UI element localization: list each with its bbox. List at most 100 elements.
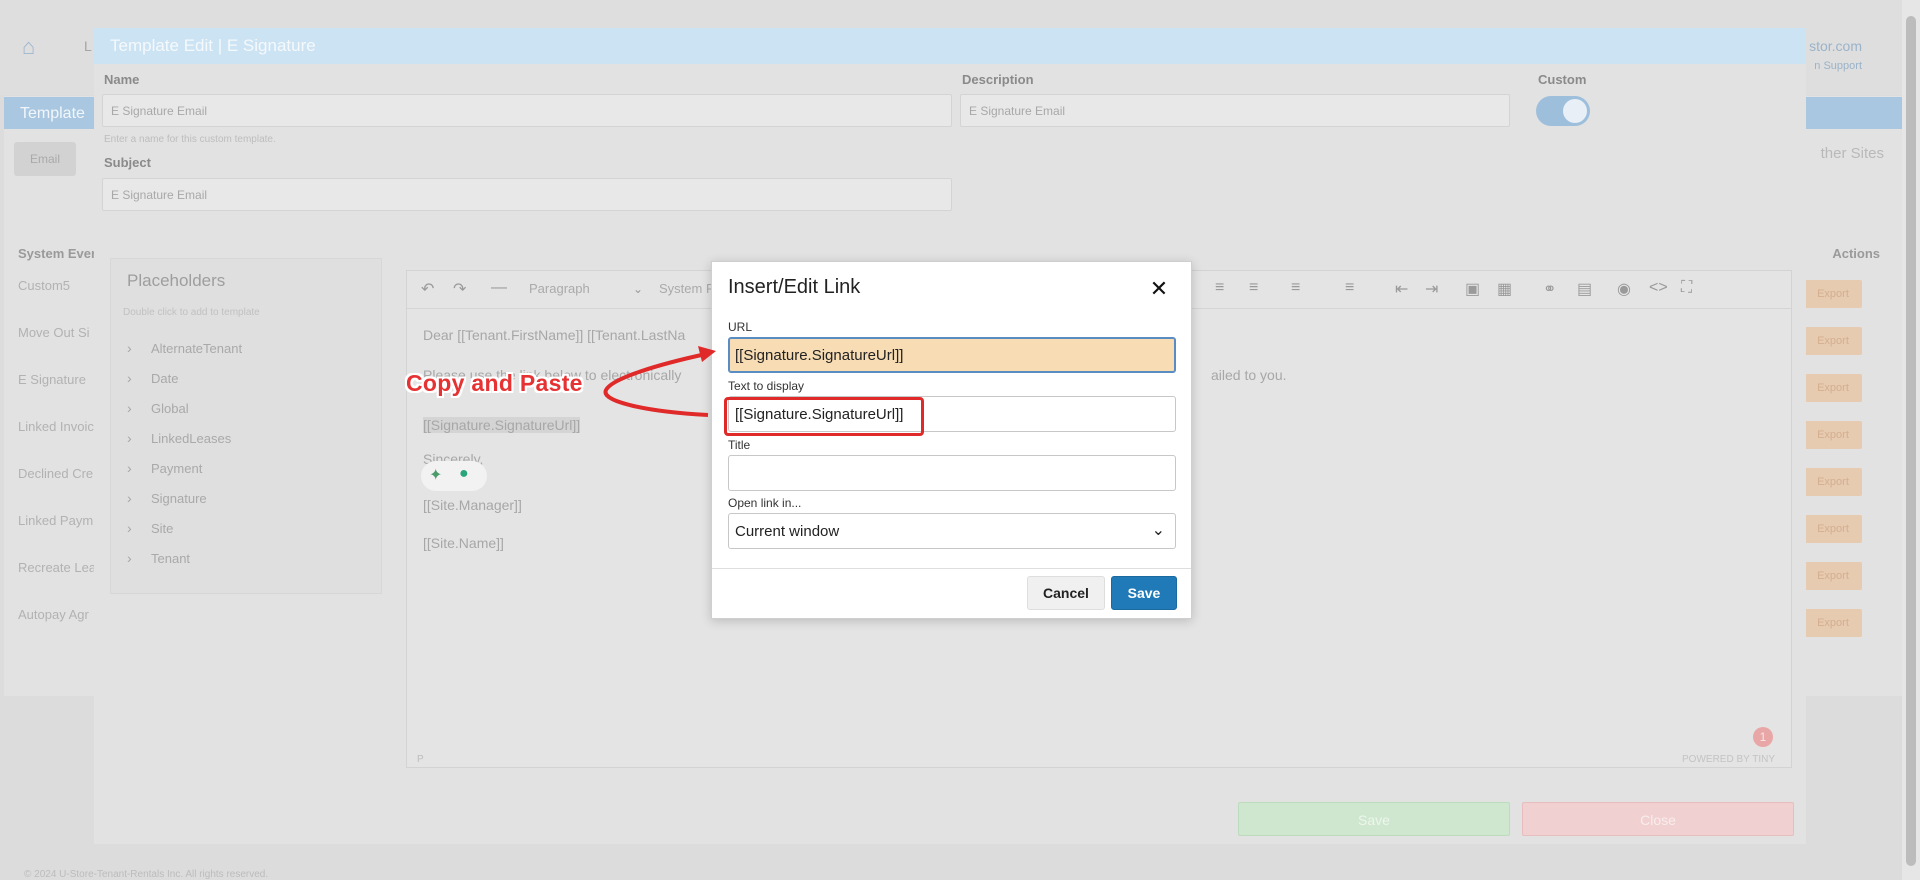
export-button[interactable]: Export xyxy=(1804,280,1862,308)
placeholder-label: Global xyxy=(151,400,189,416)
placeholder-item[interactable]: › Signature xyxy=(127,483,242,513)
scrollbar-thumb[interactable] xyxy=(1906,16,1916,866)
export-button[interactable]: Export xyxy=(1804,327,1862,355)
chevron-right-icon[interactable]: › xyxy=(127,460,151,476)
powered-by-tiny: POWERED BY TINY xyxy=(1682,754,1775,765)
placeholders-panel: Placeholders Double click to add to temp… xyxy=(110,258,382,594)
preview-icon[interactable]: ◉ xyxy=(1617,279,1631,299)
close-template-button[interactable]: Close xyxy=(1522,802,1794,836)
indent-icon[interactable]: ⇥ xyxy=(1425,279,1438,299)
source-code-icon[interactable]: <> xyxy=(1649,279,1668,297)
placeholder-label: Site xyxy=(151,520,174,536)
table-row[interactable]: Custom5 xyxy=(18,278,70,293)
chevron-down-icon[interactable]: ⌄ xyxy=(633,282,643,296)
signature-link-text[interactable]: [[Signature.SignatureUrl]] xyxy=(423,417,581,433)
horizontal-line-icon[interactable]: — xyxy=(491,279,507,297)
chevron-right-icon[interactable]: › xyxy=(127,400,151,416)
page-break-icon[interactable]: ▤ xyxy=(1577,279,1592,299)
description-label: Description xyxy=(962,72,1034,87)
title-input[interactable] xyxy=(728,455,1176,491)
close-icon[interactable]: ✕ xyxy=(1144,274,1174,304)
placeholder-item[interactable]: › AlternateTenant xyxy=(127,333,242,363)
annotation-label: Copy and Paste xyxy=(406,370,583,396)
table-icon[interactable]: ▦ xyxy=(1497,279,1512,299)
notification-badge[interactable]: 1 xyxy=(1753,727,1773,747)
table-row[interactable]: Declined Cre xyxy=(18,466,93,481)
table-row[interactable]: Autopay Agr xyxy=(18,607,89,622)
open-link-value: Current window xyxy=(735,523,840,540)
table-row[interactable]: Linked Paym xyxy=(18,513,93,528)
fullscreen-icon[interactable]: ⛶ xyxy=(1681,279,1692,297)
align-right-icon[interactable]: ≡ xyxy=(1215,279,1224,297)
user-info[interactable]: stor.com n Support xyxy=(1809,38,1862,72)
undo-icon[interactable]: ↶ xyxy=(421,279,434,299)
export-button[interactable]: Export xyxy=(1804,374,1862,402)
chevron-right-icon[interactable]: › xyxy=(127,550,151,566)
open-link-select[interactable]: Current window ⌄ xyxy=(728,513,1176,549)
text-to-display-label: Text to display xyxy=(728,379,805,393)
actions-header: Actions xyxy=(1832,246,1880,261)
subject-field[interactable]: E Signature Email xyxy=(102,178,952,211)
placeholder-label: AlternateTenant xyxy=(151,340,243,356)
page-scrollbar[interactable] xyxy=(1902,0,1920,880)
url-input[interactable] xyxy=(728,337,1176,373)
export-button[interactable]: Export xyxy=(1804,609,1862,637)
placeholder-item[interactable]: › Payment xyxy=(127,453,242,483)
numbered-list-icon[interactable]: ≡ xyxy=(1345,279,1354,297)
modal-title: Template Edit | E Signature xyxy=(110,36,316,55)
block-format-dropdown[interactable]: Paragraph xyxy=(529,281,590,296)
system-events-header: System Ever xyxy=(18,246,97,261)
link-icon[interactable]: ⚭ xyxy=(1543,279,1556,299)
table-row[interactable]: Move Out Si xyxy=(18,325,90,340)
other-sites-button[interactable]: ther Sites xyxy=(1821,145,1884,162)
image-icon[interactable]: ▣ xyxy=(1465,279,1480,299)
description-field[interactable]: E Signature Email xyxy=(960,94,1510,127)
placeholder-label: LinkedLeases xyxy=(151,430,232,446)
placeholders-subtitle: Double click to add to template xyxy=(123,307,260,318)
placeholder-label: Signature xyxy=(151,490,207,506)
nav-item[interactable]: L xyxy=(84,38,92,54)
table-row[interactable]: Linked Invoic xyxy=(18,419,94,434)
custom-toggle[interactable] xyxy=(1536,96,1590,126)
export-button[interactable]: Export xyxy=(1804,468,1862,496)
chevron-right-icon[interactable]: › xyxy=(127,370,151,386)
name-hint: Enter a name for this custom template. xyxy=(104,134,276,145)
support-link[interactable]: n Support xyxy=(1809,60,1862,72)
placeholder-label: Payment xyxy=(151,460,203,476)
chevron-right-icon[interactable]: › xyxy=(127,340,151,356)
placeholder-item[interactable]: › Site xyxy=(127,513,242,543)
bullet-list-icon[interactable]: ≡ xyxy=(1291,279,1300,297)
save-button[interactable]: Save xyxy=(1111,576,1177,610)
footer-copyright: © 2024 U-Store-Tenant-Rentals Inc. All r… xyxy=(24,869,269,880)
placeholder-tree: › AlternateTenant › Date › Global › LinkedLe… xyxy=(127,333,242,573)
name-field[interactable]: E Signature Email xyxy=(102,94,952,127)
chevron-right-icon[interactable]: › xyxy=(127,430,151,446)
chevron-right-icon[interactable]: › xyxy=(127,490,151,506)
align-justify-icon[interactable]: ≡ xyxy=(1249,279,1258,297)
outdent-icon[interactable]: ⇤ xyxy=(1395,279,1408,299)
chevron-right-icon[interactable]: › xyxy=(127,520,151,536)
placeholder-item[interactable]: › Tenant xyxy=(127,543,242,573)
redo-icon[interactable]: ↷ xyxy=(453,279,466,299)
export-button[interactable]: Export xyxy=(1804,421,1862,449)
save-template-button[interactable]: Save xyxy=(1238,802,1510,836)
table-row[interactable]: E Signature xyxy=(18,372,86,387)
home-icon[interactable]: ⌂ xyxy=(22,36,46,58)
lightbulb-icon[interactable]: ● xyxy=(459,465,469,483)
placeholder-item[interactable]: › LinkedLeases xyxy=(127,423,242,453)
magic-wand-icon[interactable]: ✦ xyxy=(429,465,442,485)
greeting-line: Dear [[Tenant.FirstName]] [[Tenant.LastN… xyxy=(423,327,686,343)
cancel-button[interactable]: Cancel xyxy=(1027,576,1105,610)
user-email: stor.com xyxy=(1809,38,1862,54)
export-button[interactable]: Export xyxy=(1804,515,1862,543)
editor-statusbar-path: P xyxy=(417,754,424,765)
table-row[interactable]: Recreate Lea xyxy=(18,560,96,575)
export-button[interactable]: Export xyxy=(1804,562,1862,590)
placeholder-item[interactable]: › Date xyxy=(127,363,242,393)
toggle-knob xyxy=(1563,99,1587,123)
placeholders-title: Placeholders xyxy=(127,271,226,290)
tab-email[interactable]: Email xyxy=(14,142,76,176)
font-family-dropdown[interactable]: System F xyxy=(659,281,714,296)
placeholder-item[interactable]: › Global xyxy=(127,393,242,423)
insert-link-dialog: Insert/Edit Link ✕ URL Text to display T… xyxy=(711,261,1192,619)
